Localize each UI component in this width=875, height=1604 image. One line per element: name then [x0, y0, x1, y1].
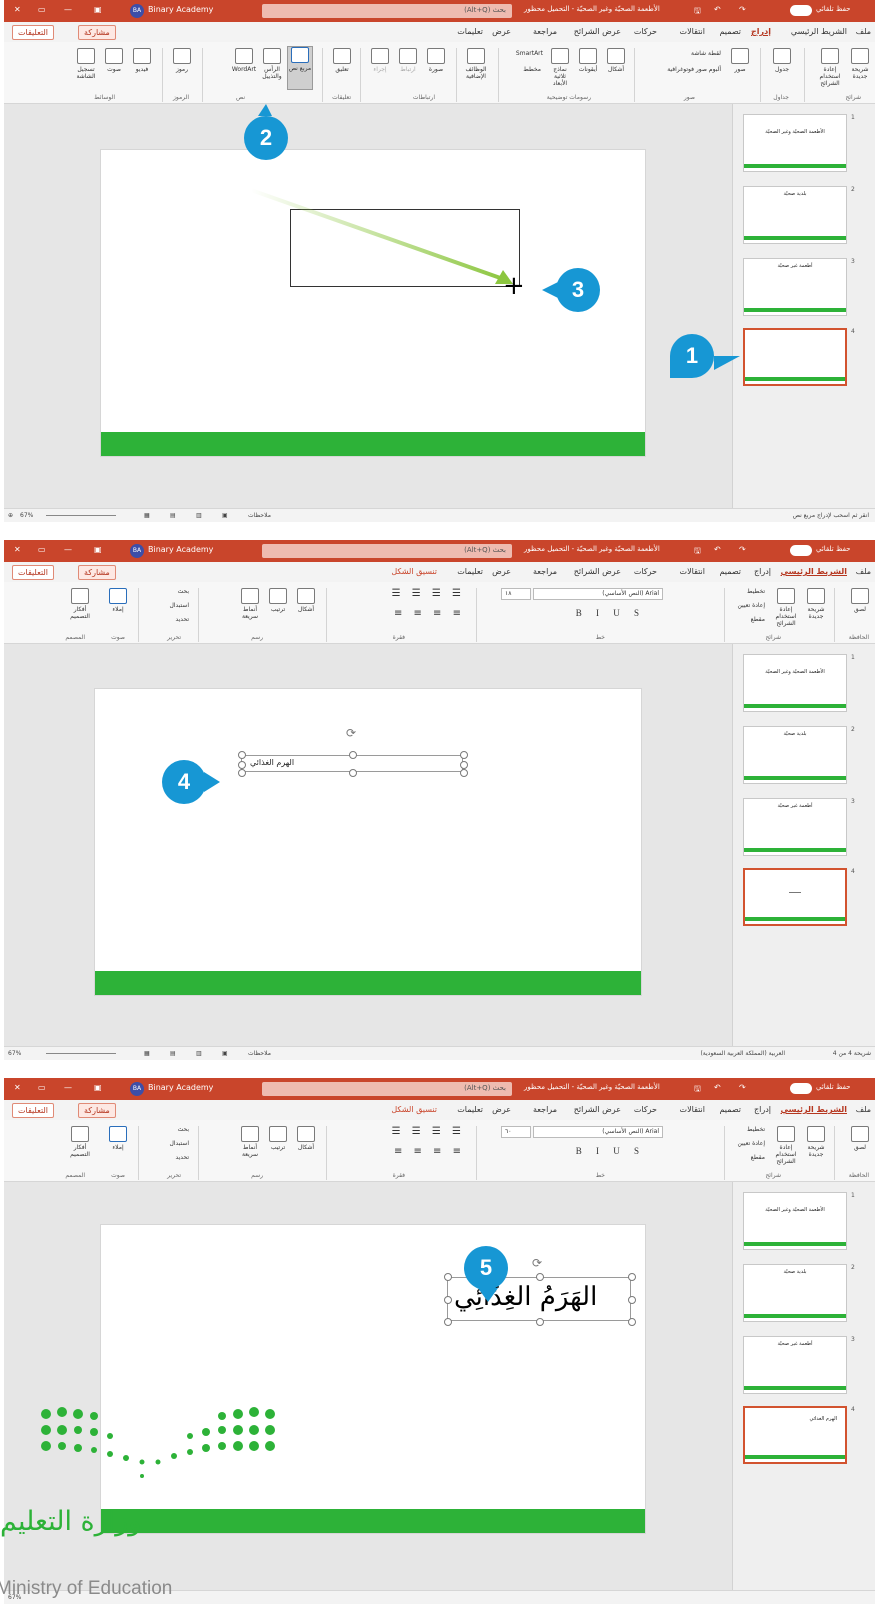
ministry-name-english: Ministry of Education: [0, 1578, 173, 1599]
ministry-name-arabic: وزارة التعليم: [0, 1506, 142, 1537]
ministry-logo: [0, 1398, 290, 1604]
logo-dots-icon: [41, 1407, 275, 1478]
callout-pointers: [204, 104, 740, 1302]
